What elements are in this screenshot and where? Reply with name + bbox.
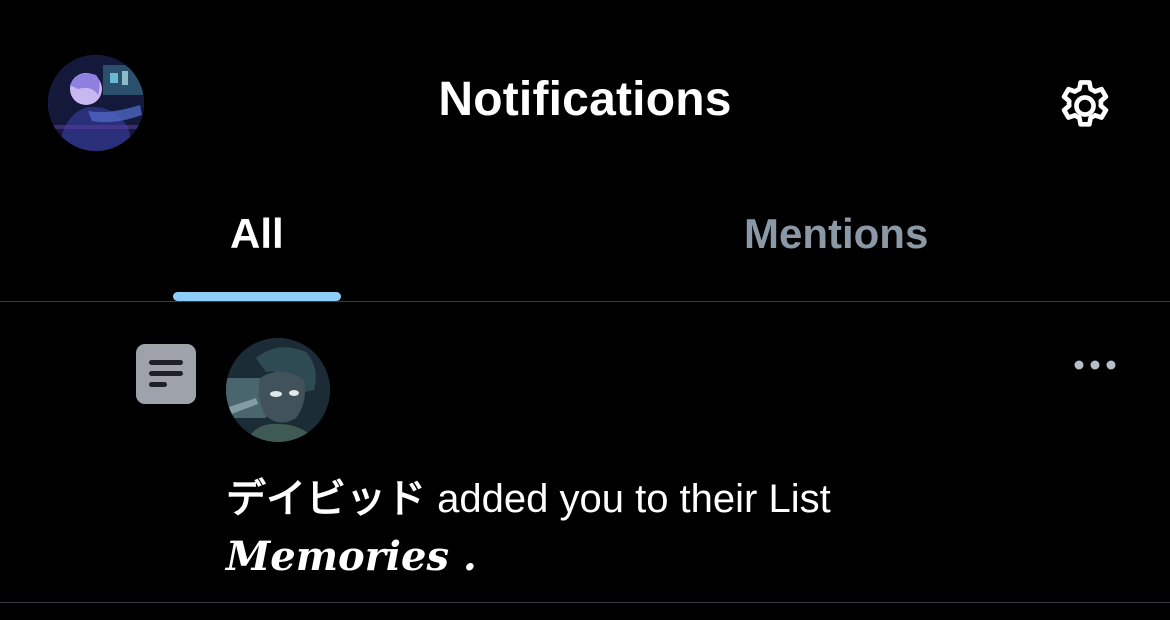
notification-divider — [0, 602, 1170, 603]
notification-text: デイビッド added you to their List Memories . — [226, 470, 1126, 586]
notification-action: added you to their List — [437, 477, 831, 521]
gear-icon — [1061, 80, 1109, 127]
tabs-divider — [0, 301, 1170, 302]
tab-all[interactable]: All — [230, 210, 284, 258]
page-title: Notifications — [438, 73, 732, 126]
more-icon — [1074, 360, 1116, 370]
user-name[interactable]: デイビッド — [226, 477, 426, 521]
notifications-screen: Notifications All Mentions デイビッド added y… — [0, 0, 1170, 620]
more-options-button[interactable] — [1070, 348, 1120, 382]
list-lines-icon — [149, 360, 183, 387]
trailing-punctuation: . — [448, 533, 477, 580]
list-name[interactable]: Memories — [226, 533, 449, 580]
active-tab-indicator — [173, 292, 341, 301]
user-avatar-image — [226, 338, 330, 442]
settings-button[interactable] — [1052, 74, 1118, 140]
user-avatar[interactable] — [226, 338, 330, 442]
tab-mentions[interactable]: Mentions — [744, 210, 928, 258]
list-icon — [136, 344, 196, 404]
